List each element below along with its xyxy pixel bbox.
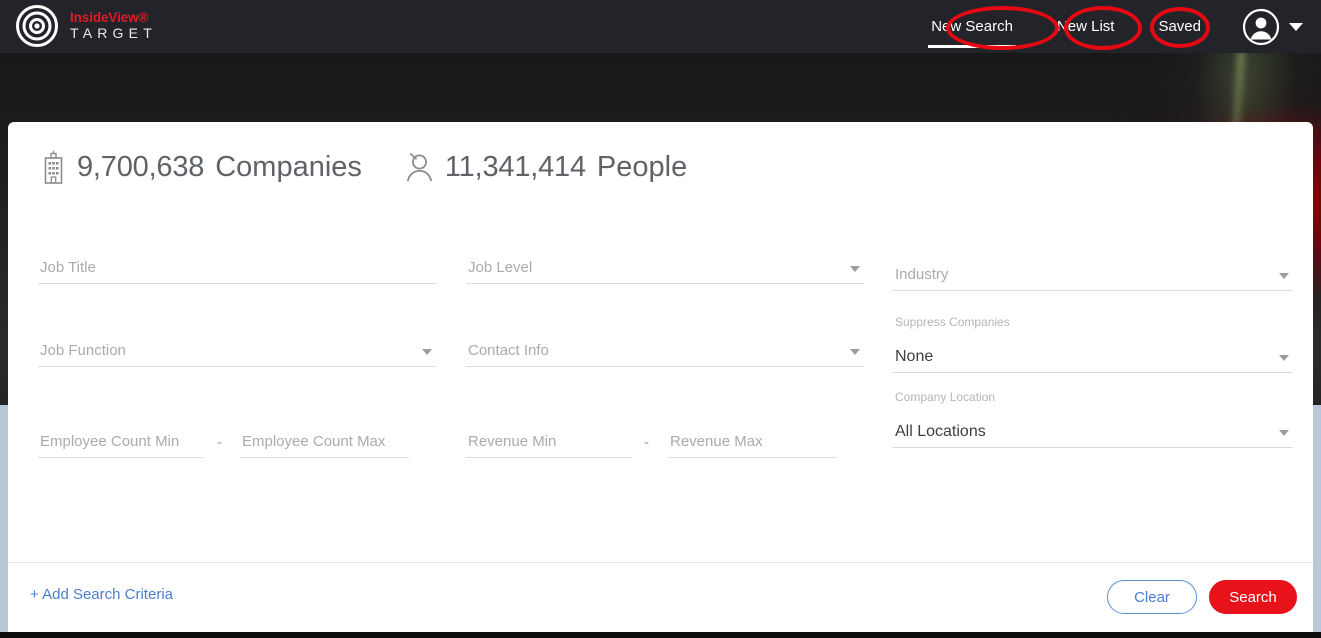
- nav-item-saved-label: Saved: [1158, 18, 1201, 35]
- people-count-label: People: [596, 150, 688, 183]
- nav-item-new-search-label: New Search: [931, 18, 1013, 35]
- clear-button[interactable]: Clear: [1107, 580, 1197, 614]
- contact-info-select[interactable]: Contact Info: [466, 335, 864, 367]
- add-search-criteria-link[interactable]: + Add Search Criteria: [30, 586, 173, 603]
- nav-item-new-search[interactable]: New Search: [909, 0, 1035, 53]
- employee-count-max-placeholder: Employee Count Max: [242, 433, 386, 450]
- footer-divider: [8, 562, 1313, 563]
- people-count: 11,341,414 People: [404, 151, 687, 184]
- industry-placeholder: Industry: [895, 266, 949, 283]
- chevron-down-icon: [850, 349, 860, 355]
- chevron-down-icon: [1279, 273, 1289, 279]
- employee-range-separator: -: [217, 434, 222, 451]
- employee-count-max-input[interactable]: Employee Count Max: [240, 428, 409, 458]
- chevron-down-icon: [1279, 355, 1289, 361]
- brand-logo[interactable]: InsideView® TARGET: [16, 5, 157, 47]
- job-level-placeholder: Job Level: [468, 259, 533, 276]
- app-root: InsideView® TARGET New Search New List S…: [0, 0, 1321, 638]
- user-menu[interactable]: [1242, 0, 1303, 53]
- job-function-select[interactable]: Job Function: [38, 335, 436, 367]
- suppress-companies-value: None: [895, 348, 934, 365]
- search-button[interactable]: Search: [1209, 580, 1297, 614]
- footer-buttons: Clear Search: [1107, 580, 1297, 614]
- brand-name: InsideView®: [70, 9, 149, 25]
- revenue-max-placeholder: Revenue Max: [670, 433, 763, 450]
- nav-item-saved[interactable]: Saved: [1136, 0, 1223, 53]
- chevron-down-icon: [850, 266, 860, 272]
- people-count-value: 11,341,414: [444, 150, 586, 183]
- search-panel: 9,700,638 Companies 11,341,414 People Jo…: [8, 122, 1313, 638]
- companies-count-label: Companies: [215, 150, 362, 183]
- company-location-select[interactable]: Company Location All Locations: [893, 390, 1293, 448]
- user-avatar-icon: [1242, 8, 1280, 45]
- person-icon: [406, 152, 432, 182]
- companies-count: 9,700,638 Companies: [40, 150, 362, 184]
- revenue-min-input[interactable]: Revenue Min: [466, 428, 631, 458]
- chevron-down-icon: [1289, 22, 1303, 31]
- job-function-placeholder: Job Function: [40, 342, 126, 359]
- brand-subtitle: TARGET: [70, 25, 157, 42]
- employee-count-min-input[interactable]: Employee Count Min: [38, 428, 203, 458]
- top-navigation-bar: InsideView® TARGET New Search New List S…: [0, 0, 1321, 53]
- chevron-down-icon: [422, 349, 432, 355]
- nav-items: New Search New List Saved: [909, 0, 1223, 53]
- employee-count-min-placeholder: Employee Count Min: [40, 433, 180, 450]
- job-level-select[interactable]: Job Level: [466, 252, 864, 284]
- companies-count-value: 9,700,638: [77, 150, 205, 183]
- suppress-companies-select[interactable]: Suppress Companies None: [893, 315, 1293, 373]
- revenue-max-input[interactable]: Revenue Max: [668, 428, 837, 458]
- revenue-range-separator: -: [644, 434, 649, 451]
- job-title-input[interactable]: Job Title: [38, 252, 436, 284]
- industry-select[interactable]: Industry: [893, 259, 1293, 291]
- nav-item-new-list-label: New List: [1056, 18, 1115, 35]
- chevron-down-icon: [1279, 430, 1289, 436]
- job-title-placeholder: Job Title: [40, 259, 96, 276]
- company-location-label: Company Location: [895, 390, 996, 404]
- contact-info-placeholder: Contact Info: [468, 342, 549, 359]
- nav-item-new-list[interactable]: New List: [1035, 0, 1137, 53]
- record-counts: 9,700,638 Companies 11,341,414 People: [40, 150, 687, 184]
- bottom-strip: [0, 632, 1321, 638]
- bullseye-target-icon: [16, 5, 58, 47]
- revenue-min-placeholder: Revenue Min: [468, 433, 557, 450]
- company-location-value: All Locations: [895, 423, 986, 440]
- building-icon: [44, 150, 63, 184]
- suppress-companies-label: Suppress Companies: [895, 315, 1010, 329]
